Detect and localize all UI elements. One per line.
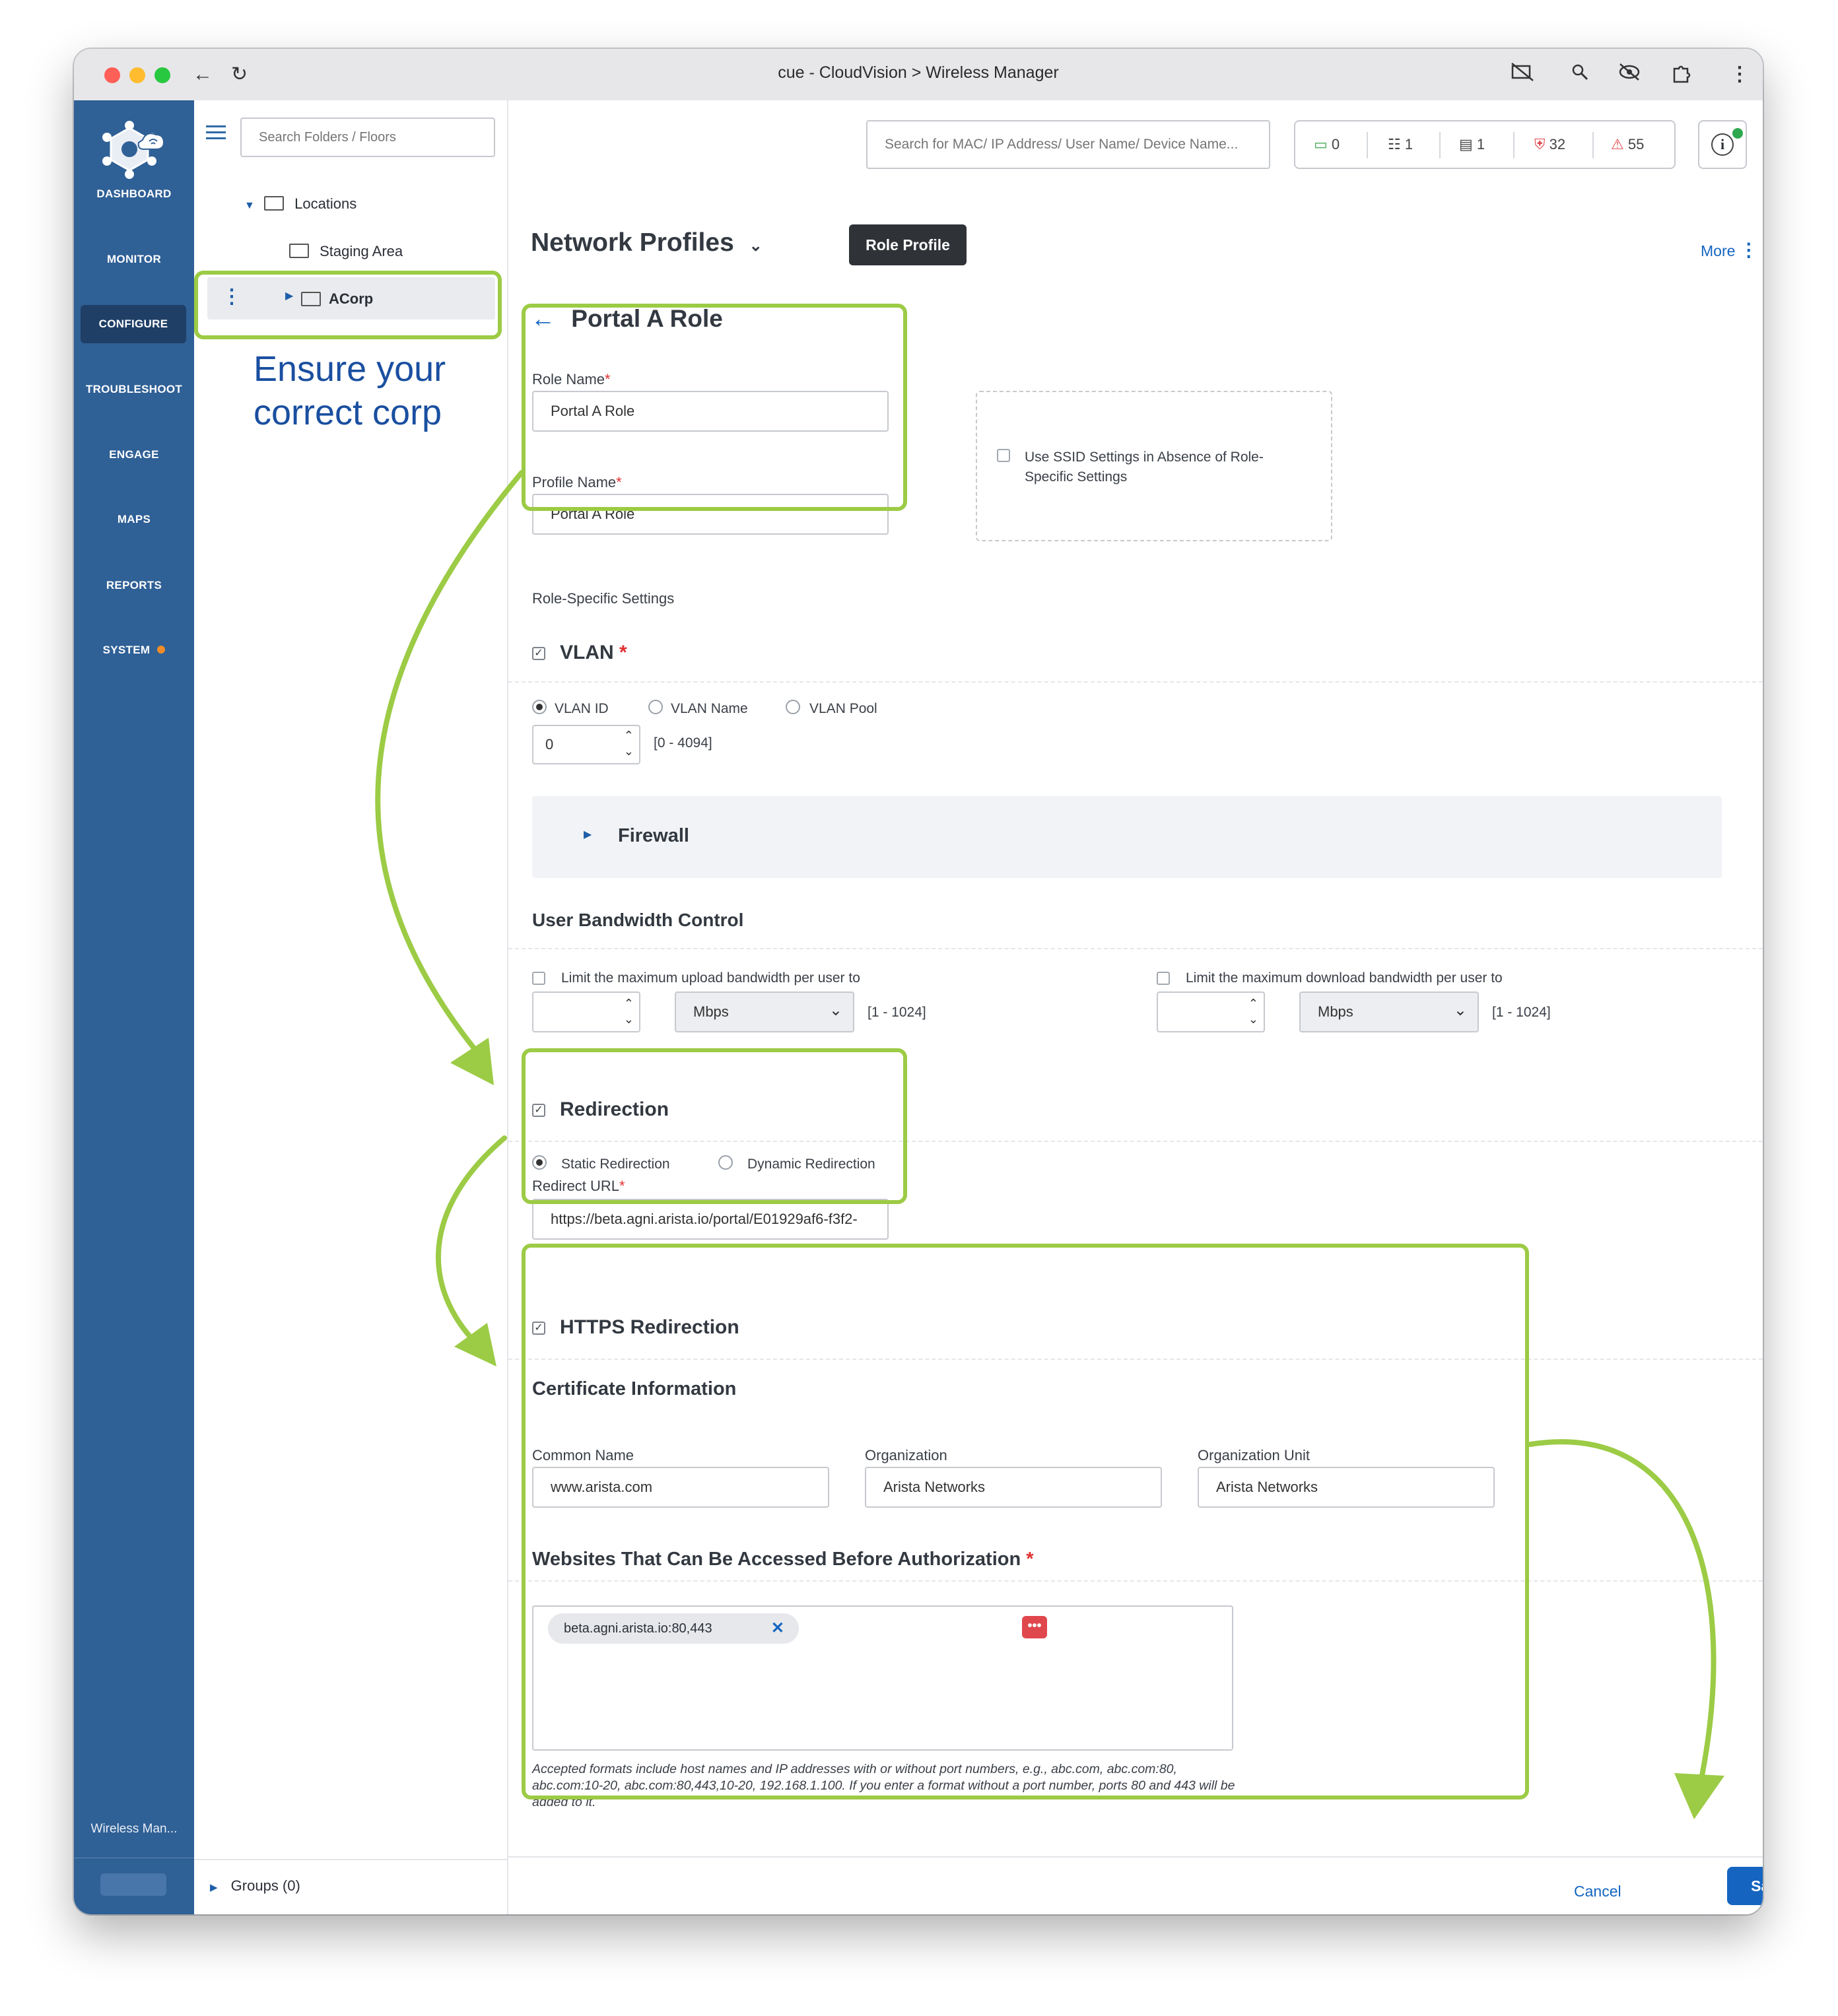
annotation-arrows bbox=[375, 470, 1724, 1819]
